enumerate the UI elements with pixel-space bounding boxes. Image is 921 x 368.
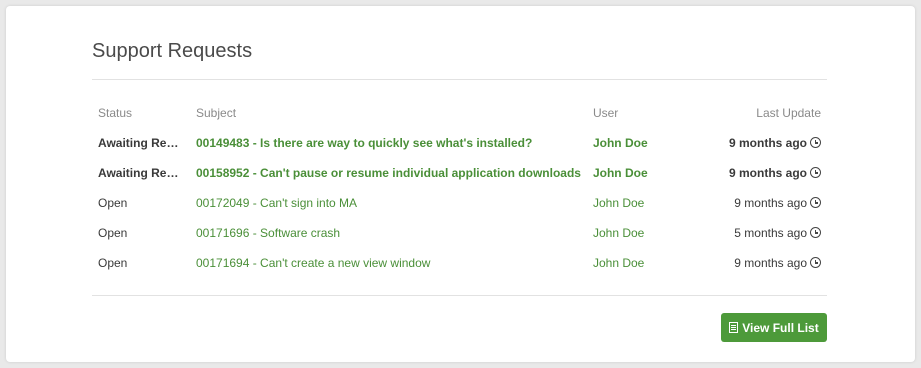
clock-icon: [810, 137, 821, 148]
title-divider: [92, 79, 827, 80]
footer-divider: [92, 295, 827, 296]
last-update-text: 9 months ago: [734, 256, 807, 270]
header-last-update: Last Update: [756, 106, 821, 120]
last-update-cell: 9 months ago: [700, 128, 827, 158]
row-status: Open: [98, 226, 128, 240]
support-requests-panel: Support Requests Status Subject User Las…: [6, 6, 915, 362]
user-link[interactable]: John Doe: [593, 136, 648, 150]
row-status: Open: [98, 256, 128, 270]
ticket-subject-link[interactable]: 00171696 - Software crash: [196, 226, 340, 240]
last-update-text: 9 months ago: [734, 196, 807, 210]
table-header-row: Status Subject User Last Update: [92, 98, 827, 128]
ticket-subject-link[interactable]: 00158952 - Can't pause or resume individ…: [196, 166, 581, 180]
last-update-cell: 9 months ago: [700, 158, 827, 188]
last-update-cell: 5 months ago: [700, 218, 827, 248]
clock-icon: [810, 167, 821, 178]
clock-icon: [810, 197, 821, 208]
row-status: Open: [98, 196, 128, 210]
user-link[interactable]: John Doe: [593, 196, 644, 210]
header-user: User: [592, 106, 619, 120]
table-row: Awaiting Respo... 00158952 - Can't pause…: [92, 158, 827, 188]
row-status: Awaiting Respo...: [98, 136, 190, 150]
ticket-subject-link[interactable]: 00171694 - Can't create a new view windo…: [196, 256, 430, 270]
ticket-subject-link[interactable]: 00172049 - Can't sign into MA: [196, 196, 357, 210]
row-status: Awaiting Respo...: [98, 166, 190, 180]
user-link[interactable]: John Doe: [593, 166, 648, 180]
ticket-subject-link[interactable]: 00149483 - Is there are way to quickly s…: [196, 136, 532, 150]
list-icon: [729, 322, 739, 333]
header-status: Status: [98, 106, 133, 120]
user-link[interactable]: John Doe: [593, 226, 644, 240]
table-row: Open 00171696 - Software crash John Doe …: [92, 218, 827, 248]
view-full-list-label: View Full List: [742, 320, 819, 335]
clock-icon: [810, 227, 821, 238]
last-update-text: 9 months ago: [728, 166, 807, 180]
clock-icon: [810, 257, 821, 268]
panel-title: Support Requests: [92, 40, 253, 62]
last-update-cell: 9 months ago: [700, 248, 827, 278]
header-subject: Subject: [196, 106, 237, 120]
view-full-list-button[interactable]: View Full List: [721, 313, 827, 342]
table-row: Awaiting Respo... 00149483 - Is there ar…: [92, 128, 827, 158]
user-link[interactable]: John Doe: [593, 256, 644, 270]
last-update-text: 9 months ago: [728, 136, 807, 150]
last-update-text: 5 months ago: [734, 226, 807, 240]
table-row: Open 00171694 - Can't create a new view …: [92, 248, 827, 278]
last-update-cell: 9 months ago: [700, 188, 827, 218]
support-requests-table: Status Subject User Last Update Awaiting…: [92, 98, 827, 278]
table-row: Open 00172049 - Can't sign into MA John …: [92, 188, 827, 218]
